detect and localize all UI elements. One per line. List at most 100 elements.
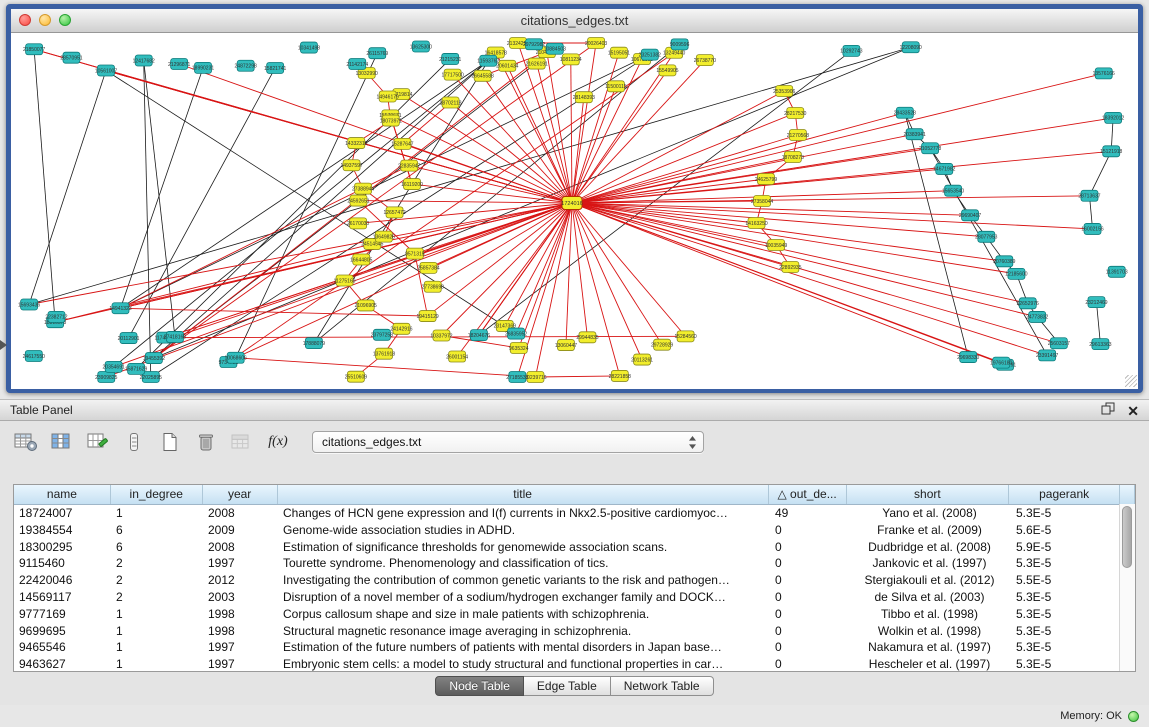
table-body: 1872400712008Changes of HCN gene express… bbox=[14, 505, 1135, 672]
svg-text:15871629: 15871629 bbox=[125, 367, 147, 373]
scrollbar-thumb[interactable] bbox=[1122, 506, 1132, 568]
table-scrollbar[interactable] bbox=[1119, 504, 1135, 671]
table-cell: 5.3E-5 bbox=[1011, 639, 1122, 656]
column-header-title[interactable]: title bbox=[278, 485, 769, 504]
table-cell: 1998 bbox=[203, 623, 278, 640]
table-row[interactable]: 1456911722003Disruption of a novel membe… bbox=[14, 589, 1135, 606]
svg-text:21096905: 21096905 bbox=[355, 303, 377, 309]
svg-text:29698330: 29698330 bbox=[957, 355, 979, 361]
svg-text:26645588: 26645588 bbox=[472, 74, 494, 80]
svg-text:10292743: 10292743 bbox=[840, 49, 862, 55]
combo-arrows-icon bbox=[688, 435, 697, 453]
minimize-button[interactable] bbox=[39, 14, 51, 26]
svg-text:25603157: 25603157 bbox=[1048, 341, 1070, 347]
table-cell: 2008 bbox=[203, 505, 278, 522]
table-cell: 2 bbox=[111, 555, 203, 572]
svg-text:20383941: 20383941 bbox=[904, 132, 926, 138]
svg-text:17888079: 17888079 bbox=[303, 341, 325, 347]
table-cell: 1997 bbox=[203, 639, 278, 656]
svg-text:15549905: 15549905 bbox=[656, 68, 678, 74]
column-header-year[interactable]: year bbox=[203, 485, 278, 504]
table-row[interactable]: 1830029562008Estimation of significance … bbox=[14, 539, 1135, 556]
table-selector-value: citations_edges.txt bbox=[322, 435, 421, 449]
svg-text:29792982: 29792982 bbox=[523, 42, 545, 48]
svg-text:10884503: 10884503 bbox=[544, 47, 566, 53]
table-row[interactable]: 1938455462009Genome-wide association stu… bbox=[14, 522, 1135, 539]
table-cell: de Silva et al. (2003) bbox=[848, 589, 1011, 606]
zoom-button[interactable] bbox=[59, 14, 71, 26]
status-bar: Memory: OK bbox=[0, 705, 1149, 727]
tab-network-table[interactable]: Network Table bbox=[611, 676, 714, 696]
table-cell: 18724007 bbox=[14, 505, 111, 522]
svg-text:21296871: 21296871 bbox=[168, 62, 190, 68]
function-builder-button[interactable]: f(x) bbox=[262, 428, 294, 456]
row-mode-button[interactable] bbox=[118, 428, 150, 456]
svg-text:15821741: 15821741 bbox=[264, 66, 286, 72]
network-window: citations_edges.txt 15284560297289292011… bbox=[6, 4, 1143, 393]
column-header-short[interactable]: short bbox=[847, 485, 1010, 504]
new-document-button[interactable] bbox=[154, 428, 186, 456]
table-row[interactable]: 946362711997Embryonic stem cells: a mode… bbox=[14, 656, 1135, 672]
svg-text:9635324: 9635324 bbox=[509, 346, 529, 352]
svg-text:23391497: 23391497 bbox=[1036, 353, 1058, 359]
table-row[interactable]: 977716911998Corpus callosum shape and si… bbox=[14, 606, 1135, 623]
column-header-name[interactable]: name bbox=[14, 485, 111, 504]
svg-text:15287647: 15287647 bbox=[391, 142, 413, 148]
edit-table-button[interactable] bbox=[82, 428, 114, 456]
column-header-pagerank[interactable]: pagerank bbox=[1009, 485, 1120, 504]
svg-text:13761918: 13761918 bbox=[373, 352, 395, 358]
svg-text:28077953: 28077953 bbox=[975, 235, 997, 241]
edit-table-icon bbox=[87, 432, 109, 452]
table-cell: 0 bbox=[770, 639, 848, 656]
float-panel-icon[interactable] bbox=[1101, 402, 1115, 420]
svg-text:15693436: 15693436 bbox=[18, 302, 40, 308]
memory-status-label: Memory: OK bbox=[1060, 710, 1122, 722]
import-table-button[interactable] bbox=[226, 428, 258, 456]
resize-grip[interactable] bbox=[1125, 375, 1137, 387]
svg-text:15121918: 15121918 bbox=[1100, 149, 1122, 155]
network-view[interactable]: 1528456029728929201132612822185829944835… bbox=[11, 33, 1138, 389]
svg-text:18204676: 18204676 bbox=[468, 333, 490, 339]
table-cell: 2008 bbox=[203, 539, 278, 556]
panel-collapse-arrow[interactable] bbox=[0, 340, 7, 350]
table-cell: Nakamura et al. (1997) bbox=[848, 639, 1011, 656]
svg-text:15195051: 15195051 bbox=[608, 50, 630, 56]
svg-text:26835952: 26835952 bbox=[505, 331, 527, 337]
table-row[interactable]: 969969511998Structural magnetic resonanc… bbox=[14, 623, 1135, 640]
table-cell: 14569117 bbox=[14, 589, 111, 606]
svg-text:9009596: 9009596 bbox=[670, 42, 690, 48]
column-header-in_degree[interactable]: in_degree bbox=[111, 485, 203, 504]
svg-text:28217530: 28217530 bbox=[784, 111, 806, 117]
svg-text:24872298: 24872298 bbox=[235, 64, 257, 70]
table-row[interactable]: 1872400712008Changes of HCN gene express… bbox=[14, 505, 1135, 522]
table-cell: Estimation of the future numbers of pati… bbox=[278, 639, 770, 656]
show-columns-button[interactable] bbox=[46, 428, 78, 456]
delete-table-button[interactable] bbox=[190, 428, 222, 456]
network-canvas[interactable]: 1528456029728929201132612822185829944835… bbox=[11, 33, 1138, 389]
close-button[interactable] bbox=[19, 14, 31, 26]
table-cell: 0 bbox=[770, 539, 848, 556]
svg-text:15653540: 15653540 bbox=[942, 188, 964, 194]
table-selector[interactable]: citations_edges.txt bbox=[312, 431, 704, 453]
table-row[interactable]: 911546021997Tourette syndrome. Phenomeno… bbox=[14, 555, 1135, 572]
table-row[interactable]: 946554611997Estimation of the future num… bbox=[14, 639, 1135, 656]
table-cell: 49 bbox=[770, 505, 848, 522]
function-builder-icon: f(x) bbox=[268, 434, 287, 450]
svg-text:18702118: 18702118 bbox=[440, 100, 462, 106]
svg-text:20354691: 20354691 bbox=[103, 365, 125, 371]
table-settings-button[interactable] bbox=[10, 428, 42, 456]
svg-text:23251382: 23251382 bbox=[639, 52, 661, 58]
svg-text:17717500: 17717500 bbox=[441, 72, 463, 78]
close-panel-icon[interactable]: ✕ bbox=[1127, 404, 1139, 418]
table-cell: 0 bbox=[770, 572, 848, 589]
tab-edge-table[interactable]: Edge Table bbox=[524, 676, 611, 696]
svg-text:10068606: 10068606 bbox=[225, 356, 247, 362]
table-row[interactable]: 2242004622012Investigating the contribut… bbox=[14, 572, 1135, 589]
network-window-titlebar[interactable]: citations_edges.txt bbox=[11, 9, 1138, 33]
svg-text:20113261: 20113261 bbox=[631, 357, 653, 363]
table-cell: 9699695 bbox=[14, 623, 111, 640]
table-cell: 5.3E-5 bbox=[1011, 656, 1122, 672]
tab-node-table[interactable]: Node Table bbox=[435, 676, 524, 696]
table-cell: 1998 bbox=[203, 606, 278, 623]
column-header-out_de[interactable]: △ out_de... bbox=[769, 485, 847, 504]
